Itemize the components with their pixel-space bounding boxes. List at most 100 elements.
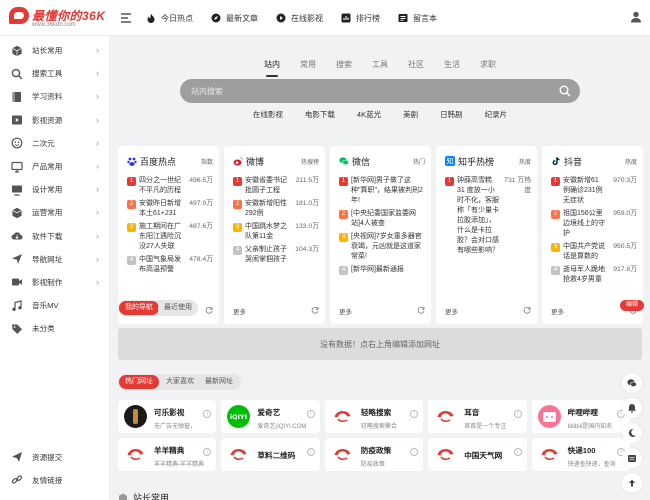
sidebar-item-3[interactable]: 影视资源 ›	[0, 109, 109, 132]
refresh-icon[interactable]	[523, 306, 531, 316]
hot-item-title[interactable]: 安徽省委书记批圆子工程	[245, 176, 287, 196]
search-tab[interactable]: 站内	[254, 59, 290, 77]
hot-item[interactable]: 1 [新华网]男子做了这种"算职"，结果被判刑2年!	[339, 176, 425, 206]
site-card[interactable]: 耳音 首首是一个专注 i	[428, 400, 527, 433]
info-icon[interactable]: i	[306, 410, 315, 418]
wechat-float-button[interactable]	[622, 373, 642, 393]
info-icon[interactable]: i	[513, 448, 522, 456]
quick-link[interactable]: 纪录片	[474, 109, 519, 120]
more-link[interactable]: 更多	[445, 306, 458, 316]
theme-float-button[interactable]	[622, 423, 642, 443]
sidebar-item-9[interactable]: 导航网址 ›	[0, 248, 109, 271]
search-icon[interactable]	[559, 85, 571, 97]
refresh-icon[interactable]	[311, 306, 319, 316]
hot-item[interactable]: 2 [中央纪委国家监委网站]4人被查	[339, 209, 425, 229]
site-card[interactable]: 可乐影视 无广告无弹窗， i	[118, 400, 217, 433]
hot-item-title[interactable]: 安徽新增阳性292例	[245, 199, 287, 219]
hot-item-title[interactable]: 中国共产党说话是算数的	[563, 242, 605, 262]
hot-item[interactable]: 2 安徽新增阳性292例 181.0万	[233, 199, 319, 219]
hot-item-title[interactable]: 安徽昨日新增本土61+231	[139, 199, 181, 219]
hot-item-title[interactable]: 中国气象局发布高温预警	[139, 255, 181, 275]
refresh-icon[interactable]	[417, 306, 425, 316]
hot-item-title[interactable]: 施工期间在广东阳江遇险沉没27人失联	[139, 222, 181, 252]
sidebar-item-4[interactable]: 二次元 ›	[0, 132, 109, 155]
nav-guestbook[interactable]: 留言本	[398, 13, 437, 24]
search-tab[interactable]: 生活	[434, 59, 470, 70]
site-logo[interactable]: 最懂你的36K www.36kdh.com	[0, 0, 108, 36]
hot-item-title[interactable]: 安徽新增61例确诊231例无症状	[563, 176, 605, 206]
quick-link[interactable]: 4K蓝光	[346, 109, 392, 120]
sidebar-footer-item-0[interactable]: 资源提交	[0, 446, 110, 469]
hot-card-title[interactable]: 微信	[352, 155, 370, 168]
tab-popular[interactable]: 大家喜欢	[160, 375, 200, 389]
hot-item-title[interactable]: 中国跳水梦之队第11金	[245, 222, 287, 242]
menu-toggle-icon[interactable]	[120, 12, 132, 24]
sidebar-item-0[interactable]: 站长常用 ›	[0, 39, 109, 62]
sidebar-item-10[interactable]: 影视制作 ›	[0, 271, 109, 294]
hot-item[interactable]: 3 中国共产党说话是算数的 950.5万	[551, 242, 637, 262]
hot-item-title[interactable]: [央视网]7岁女童多器官衰竭，元凶就是这道家常菜!	[351, 232, 425, 262]
sidebar-footer-item-1[interactable]: 友情链接	[0, 469, 110, 492]
site-card[interactable]: 防疫政策 防疫政策 i	[324, 438, 424, 471]
tab-hot-sites[interactable]: 热门网址	[119, 375, 159, 389]
hot-card-title[interactable]: 微博	[246, 155, 264, 168]
info-icon[interactable]: i	[306, 448, 315, 456]
hot-item[interactable]: 1 四分之一世纪 不平凡的历程 496.5万	[127, 176, 213, 196]
search-tab[interactable]: 常用	[290, 59, 326, 70]
tab-my-nav[interactable]: 我的导航	[119, 301, 159, 315]
search-tab[interactable]: 搜索	[326, 59, 362, 70]
hot-item-title[interactable]: 钟薛高雪糕 31 度放一小时不化，客服称「有少量卡拉胶添加」，什么是卡拉胶？会对…	[457, 176, 499, 256]
quick-link[interactable]: 日韩剧	[429, 109, 474, 120]
search-tab[interactable]: 求职	[470, 59, 506, 70]
hot-item[interactable]: 4 [新华网]最新通报	[339, 265, 425, 275]
notification-float-button[interactable]	[622, 398, 642, 418]
nav-hot-today[interactable]: 今日热点	[146, 13, 193, 24]
nav-latest-articles[interactable]: 最新文章	[211, 13, 258, 24]
sidebar-item-12[interactable]: 未分类	[0, 317, 109, 340]
hot-card-title[interactable]: 抖音	[564, 155, 582, 168]
hot-item[interactable]: 3 施工期间在广东阳江遇险沉没27人失联 487.6万	[127, 222, 213, 252]
hot-item-title[interactable]: 逝母军人跪地抢救4岁男童	[563, 265, 605, 285]
hot-item-title[interactable]: [新华网]最新通报	[351, 265, 425, 275]
hot-item[interactable]: 1 安徽新增61例确诊231例无症状 970.3万	[551, 176, 637, 206]
hot-item-title[interactable]: 祖国156公里边境线上的守护	[563, 209, 605, 239]
hot-item-title[interactable]: 四分之一世纪 不平凡的历程	[139, 176, 181, 196]
tab-newest[interactable]: 最新网址	[199, 375, 239, 389]
search-tab[interactable]: 社区	[398, 59, 434, 70]
quick-link[interactable]: 美剧	[392, 109, 429, 120]
sidebar-item-11[interactable]: 音乐MV	[0, 294, 109, 317]
quick-link[interactable]: 在线影视	[242, 109, 294, 120]
more-link[interactable]: 更多	[551, 306, 564, 316]
hot-item[interactable]: 1 安徽省委书记批圆子工程 211.5万	[233, 176, 319, 196]
sidebar-item-7[interactable]: 运营常用 ›	[0, 201, 109, 224]
site-card[interactable]: 哔哩哔哩 bilibili是国内知名 i	[531, 400, 631, 433]
site-card[interactable]: 中国天气网 i	[428, 438, 527, 471]
sidebar-item-6[interactable]: 设计常用 ›	[0, 178, 109, 201]
hot-card-title[interactable]: 知乎热榜	[458, 155, 494, 168]
more-link[interactable]: 更多	[339, 306, 352, 316]
hot-item[interactable]: 3 中国跳水梦之队第11金 133.0万	[233, 222, 319, 242]
hot-item[interactable]: 4 父亲制止孩子哭闹掌掴孩子 104.3万	[233, 245, 319, 265]
hot-item[interactable]: 4 中国气象局发布高温预警 478.4万	[127, 255, 213, 275]
site-card[interactable]: iQIYI 爱奇艺 爱奇艺(iQIYI.COM i	[221, 400, 320, 433]
hot-item[interactable]: 3 [央视网]7岁女童多器官衰竭，元凶就是这道家常菜!	[339, 232, 425, 262]
site-card[interactable]: 草料二维码 i	[221, 438, 320, 471]
info-icon[interactable]: i	[513, 410, 522, 418]
nav-ranking[interactable]: 排行榜	[341, 13, 380, 24]
hot-item[interactable]: 2 祖国156公里边境线上的守护 959.0万	[551, 209, 637, 239]
sidebar-item-2[interactable]: 学习资料 ›	[0, 85, 109, 108]
edit-button[interactable]: 编辑	[619, 300, 644, 311]
sidebar-item-8[interactable]: 软件下载 ›	[0, 225, 109, 248]
back-to-top-button[interactable]	[622, 473, 642, 493]
search-input[interactable]: 站内搜索	[180, 79, 580, 103]
hot-item[interactable]: 4 逝母军人跪地抢救4岁男童 917.8万	[551, 265, 637, 285]
site-card[interactable]: 羊羊精典 羊羊精典-羊羊精典 i	[118, 438, 217, 471]
hot-item-title[interactable]: 父亲制止孩子哭闹掌掴孩子	[245, 245, 287, 265]
sidebar-item-1[interactable]: 搜索工具 ›	[0, 62, 109, 85]
calendar-float-button[interactable]	[622, 448, 642, 468]
user-icon[interactable]	[630, 11, 642, 23]
hot-item[interactable]: 2 安徽昨日新增本土61+231 497.9万	[127, 199, 213, 219]
site-card[interactable]: 轻略搜索 轻略搜索聚合 i	[324, 400, 424, 433]
nav-online-video[interactable]: 在线影视	[276, 13, 323, 24]
site-card[interactable]: 快递100 快递查快递，查询 i	[531, 438, 631, 471]
